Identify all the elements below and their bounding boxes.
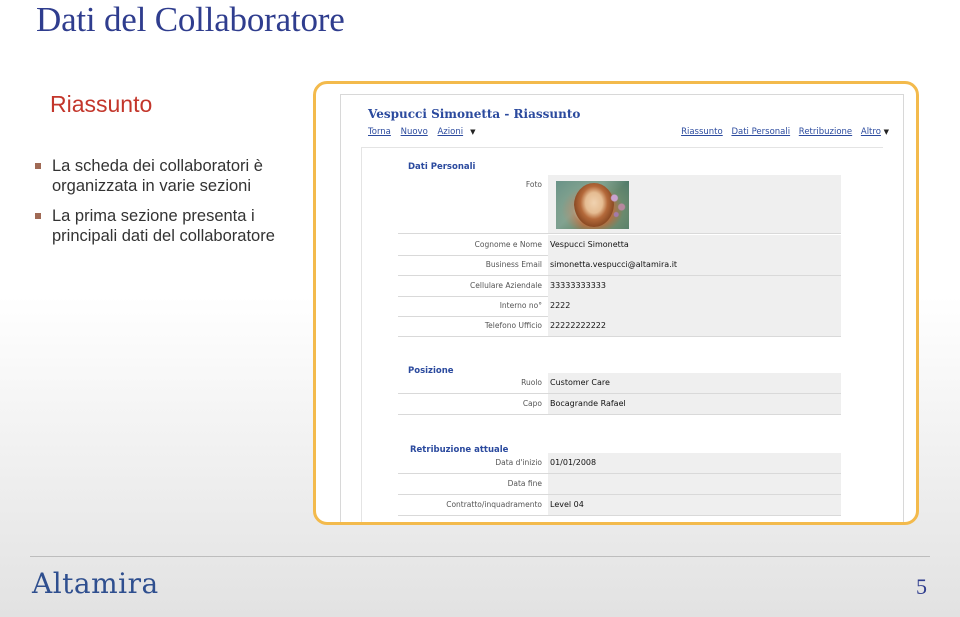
field-label: Capo [522,399,542,408]
altamira-logo: Altamira [32,567,159,600]
bullet-text: La prima sezione presenta i principali d… [52,207,275,245]
field-label: Business Email [485,260,542,269]
section-heading: Riassunto [50,91,153,117]
nav-retribuzione-link[interactable]: Retribuzione [799,127,852,137]
field-row: Cognome e Nome Vespucci Simonetta [398,235,841,256]
nav-sections: Riassunto Dati Personali Retribuzione Al… [675,127,889,137]
photo-row: Foto [398,175,841,234]
slide-title: Dati del Collaboratore [36,0,345,39]
photo-portrait [574,183,614,227]
field-label: Telefono Ufficio [484,321,542,330]
nav-altro-link[interactable]: Altro [861,127,881,137]
bullet-item: La scheda dei collaboratori è organizzat… [34,156,324,196]
bullet-text: La scheda dei collaboratori è organizzat… [52,157,263,195]
field-label: Ruolo [521,378,542,387]
employee-photo [556,181,629,229]
field-value: Bocagrande Rafael [548,394,841,414]
dropdown-caret-icon[interactable]: ▼ [884,128,889,136]
field-value: Customer Care [548,373,841,393]
nav-riassunto-link[interactable]: Riassunto [681,127,723,137]
field-row: Ruolo Customer Care [398,373,841,394]
field-value: 2222 [548,296,841,316]
photo-cell [548,175,841,233]
nav-dati-personali-link[interactable]: Dati Personali [731,127,790,137]
field-label: Interno no° [499,301,542,310]
section-label-personal: Dati Personali [408,162,476,172]
bullet-item: La prima sezione presenta i principali d… [34,206,324,246]
field-row: Capo Bocagrande Rafael [398,394,841,415]
field-row: Data d'inizio 01/01/2008 [398,453,841,474]
field-label: Data d'inizio [495,458,542,467]
field-row: Interno no° 2222 [398,296,841,317]
bullet-list: La scheda dei collaboratori è organizzat… [34,156,324,256]
bullet-square-icon [35,163,41,169]
field-label: Cellulare Aziendale [470,281,542,290]
summary-panel: Dati Personali Foto Cognome e Nome Vespu… [361,147,883,522]
field-value: 01/01/2008 [548,453,841,473]
nav-nuovo-link[interactable]: Nuovo [401,127,428,137]
field-value [548,474,841,494]
footer-divider [30,556,930,557]
field-row: Business Email simonetta.vespucci@altami… [398,255,841,276]
field-value: simonetta.vespucci@altamira.it [548,255,841,275]
field-row: Contratto/inquadramento Level 04 [398,495,841,516]
photo-flowers [609,189,627,219]
field-row: Telefono Ufficio 22222222222 [398,316,841,337]
field-value: 33333333333 [548,276,841,296]
app-navbar: Torna Nuovo Azioni ▼ Riassunto Dati Perso… [368,127,889,141]
field-label: Contratto/inquadramento [446,500,542,509]
field-label: Foto [525,180,542,189]
field-label: Data fine [507,479,542,488]
page-number: 5 [916,574,927,599]
app-window: Vespucci Simonetta - Riassunto Torna Nuo… [340,94,904,522]
field-value: Vespucci Simonetta [548,235,841,255]
field-row: Cellulare Aziendale 33333333333 [398,276,841,297]
field-value: 22222222222 [548,316,841,336]
dropdown-caret-icon[interactable]: ▼ [470,128,475,136]
nav-azioni-link[interactable]: Azioni [437,127,463,137]
screenshot-frame: Vespucci Simonetta - Riassunto Torna Nuo… [313,81,919,525]
nav-actions: Torna Nuovo Azioni ▼ [368,127,475,137]
field-value: Level 04 [548,495,841,515]
nav-torna-link[interactable]: Torna [368,127,391,137]
field-row: Data fine [398,474,841,495]
app-page-title: Vespucci Simonetta - Riassunto [368,107,581,121]
bullet-square-icon [35,213,41,219]
field-label: Cognome e Nome [474,240,542,249]
